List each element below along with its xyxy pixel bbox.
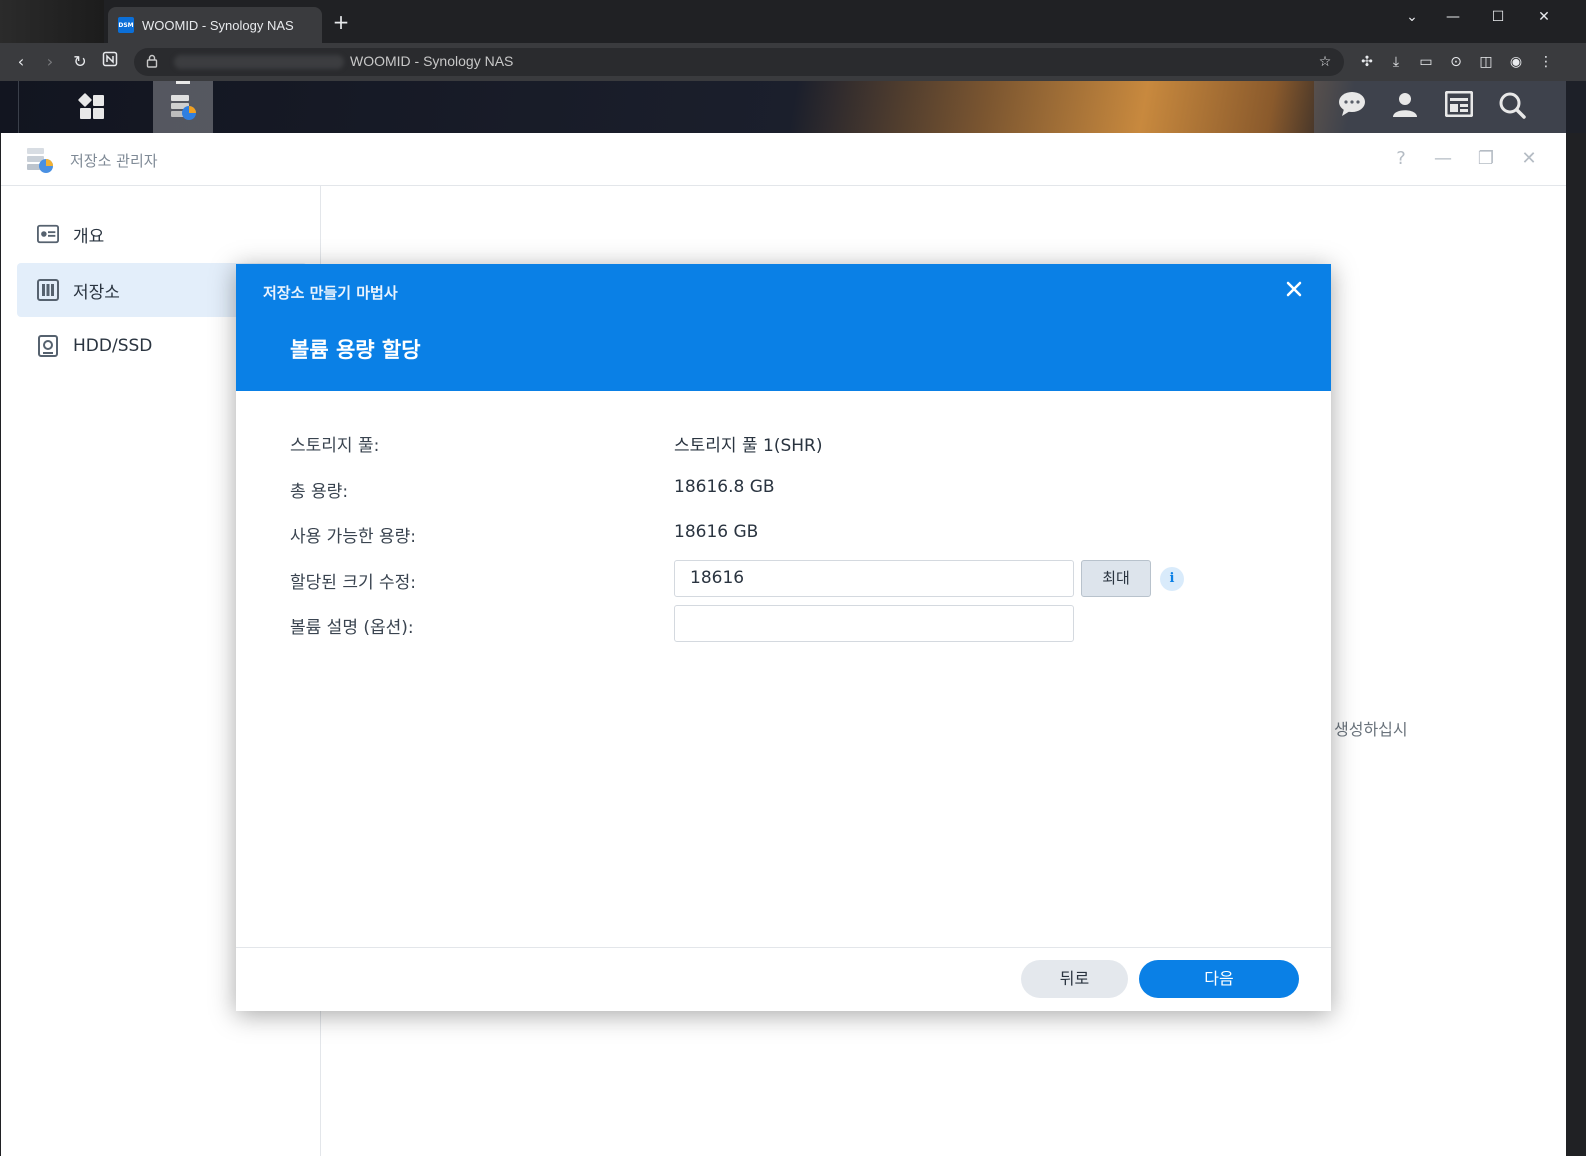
next-button[interactable]: 다음 bbox=[1139, 960, 1299, 998]
notifications-icon[interactable] bbox=[1336, 91, 1368, 123]
lock-icon[interactable] bbox=[144, 54, 160, 70]
widgets-icon[interactable] bbox=[1443, 90, 1475, 123]
info-icon[interactable]: i bbox=[1160, 567, 1184, 591]
create-storage-wizard-dialog: 저장소 만들기 마법사 볼륨 용량 할당 스토리지 풀: 스토리지 풀 1(SH… bbox=[236, 264, 1331, 1011]
storage-manager-taskbar-icon[interactable] bbox=[153, 81, 213, 133]
reload-icon[interactable]: ↻ bbox=[69, 51, 91, 73]
sidebar-item-label: 개요 bbox=[73, 226, 105, 247]
close-window-button[interactable]: ✕ bbox=[1524, 6, 1564, 28]
sidebar-item-label: HDD/SSD bbox=[73, 336, 153, 356]
wizard-header: 저장소 만들기 마법사 볼륨 용량 할당 bbox=[236, 264, 1331, 391]
help-button[interactable]: ? bbox=[1389, 147, 1413, 171]
favorite-star-icon[interactable]: ☆ bbox=[1314, 51, 1336, 73]
tab-title: WOOMID - Synology NAS bbox=[142, 17, 294, 33]
dsm-favicon-icon: DSM bbox=[118, 17, 134, 33]
back-button[interactable]: 뒤로 bbox=[1021, 960, 1128, 998]
forward-nav-icon[interactable]: › bbox=[39, 51, 61, 73]
sidebar-item-label: 저장소 bbox=[73, 282, 120, 303]
pinned-tab[interactable] bbox=[0, 0, 104, 43]
total-capacity-label: 총 용량: bbox=[290, 482, 349, 502]
main-menu-icon[interactable] bbox=[62, 81, 122, 133]
browser-menu-icon[interactable]: ⋮ bbox=[1535, 51, 1557, 73]
extensions-icon[interactable]: ✣ bbox=[1356, 51, 1378, 73]
extension-n-icon[interactable] bbox=[99, 51, 121, 73]
user-icon[interactable] bbox=[1389, 91, 1421, 123]
close-icon[interactable] bbox=[1281, 278, 1307, 304]
overview-icon bbox=[37, 223, 59, 245]
wizard-step-title: 볼륨 용량 할당 bbox=[290, 338, 421, 362]
search-icon[interactable] bbox=[1496, 91, 1528, 123]
available-capacity-value: 18616 GB bbox=[674, 522, 759, 542]
window-minimize-button[interactable]: — bbox=[1431, 147, 1455, 171]
screenshot-icon[interactable]: ⊙ bbox=[1445, 51, 1467, 73]
pool-value: 스토리지 풀 1(SHR) bbox=[674, 436, 823, 456]
dsm-taskbar bbox=[0, 81, 1586, 133]
profile-icon[interactable]: ◉ bbox=[1505, 51, 1527, 73]
browser-toolbar: ‹ › ↻ WOOMID - Synology NAS ☆ ✣ ⤓ ▭ ⊙ ◫ … bbox=[0, 43, 1586, 81]
browser-tab[interactable]: DSM WOOMID - Synology NAS bbox=[108, 7, 322, 43]
download-icon[interactable]: ⤓ bbox=[1385, 51, 1407, 73]
taskbar-tray bbox=[1314, 81, 1566, 133]
window-close-button[interactable]: ✕ bbox=[1517, 147, 1541, 171]
maximize-window-button[interactable]: ☐ bbox=[1478, 6, 1518, 28]
tab-search-icon[interactable]: ⌄ bbox=[1392, 6, 1432, 28]
pool-label: 스토리지 풀: bbox=[290, 436, 380, 456]
volume-description-input[interactable] bbox=[674, 605, 1074, 642]
allocated-size-input[interactable]: 18616 bbox=[674, 560, 1074, 597]
available-capacity-label: 사용 가능한 용량: bbox=[290, 527, 417, 547]
sidebar-item-overview[interactable]: 개요 bbox=[17, 207, 307, 261]
hdd-icon bbox=[37, 335, 59, 357]
total-capacity-value: 18616.8 GB bbox=[674, 477, 775, 497]
browser-tab-bar: DSM WOOMID - Synology NAS + ⌄ — ☐ ✕ bbox=[0, 0, 1586, 43]
blurred-url bbox=[174, 55, 344, 69]
storage-icon bbox=[37, 279, 59, 301]
address-bar[interactable]: WOOMID - Synology NAS bbox=[134, 48, 1344, 76]
minimize-window-button[interactable]: — bbox=[1433, 6, 1473, 28]
background-hint-text: 생성하십시 bbox=[1334, 720, 1408, 739]
window-restore-button[interactable]: ❐ bbox=[1474, 147, 1498, 171]
new-tab-button[interactable]: + bbox=[330, 11, 352, 33]
footer-divider bbox=[236, 947, 1331, 948]
active-indicator bbox=[176, 81, 190, 84]
back-nav-icon[interactable]: ‹ bbox=[10, 51, 32, 73]
address-text: WOOMID - Synology NAS bbox=[350, 53, 514, 69]
volume-description-label: 볼륨 설명 (옵션): bbox=[290, 618, 414, 638]
storage-manager-app-icon bbox=[25, 145, 55, 175]
split-view-icon[interactable]: ◫ bbox=[1475, 51, 1497, 73]
wizard-title: 저장소 만들기 마법사 bbox=[263, 284, 398, 302]
window-title: 저장소 관리자 bbox=[70, 152, 158, 170]
allocated-size-label: 할당된 크기 수정: bbox=[290, 573, 417, 593]
window-titlebar[interactable]: 저장소 관리자 ? — ❐ ✕ bbox=[1, 133, 1566, 186]
video-icon[interactable]: ▭ bbox=[1415, 51, 1437, 73]
max-button[interactable]: 최대 bbox=[1081, 560, 1151, 597]
